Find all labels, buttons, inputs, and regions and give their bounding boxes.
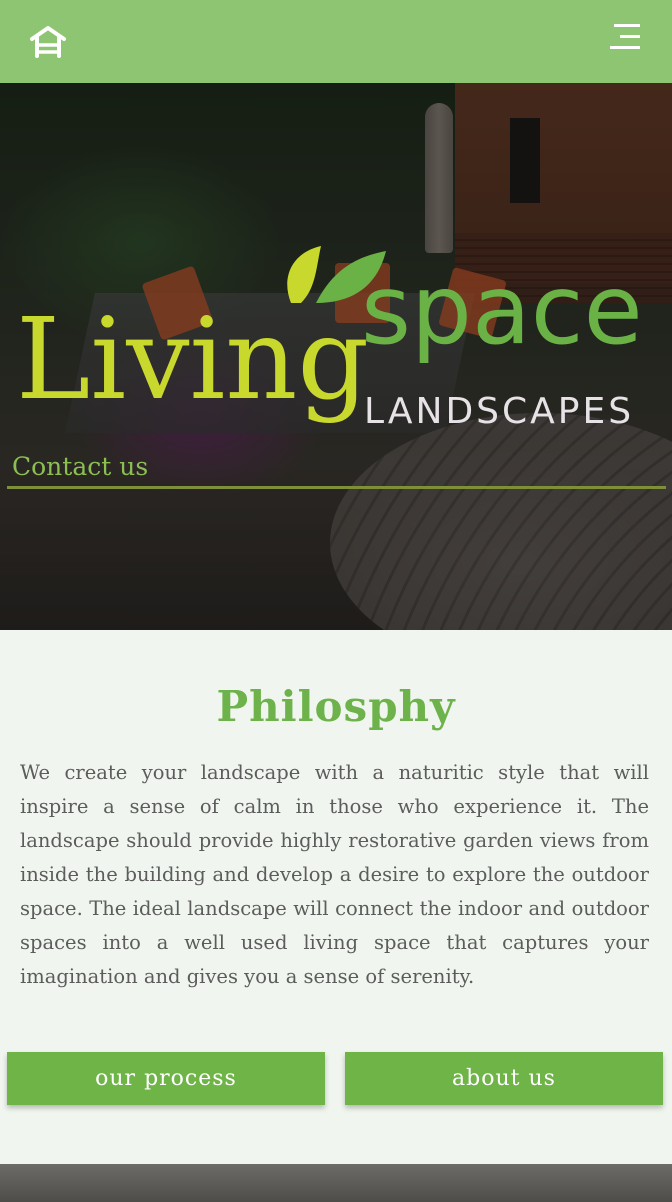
- philosophy-title: Philosphy: [216, 682, 456, 731]
- top-nav-bar: [0, 0, 672, 83]
- home-icon[interactable]: [28, 22, 68, 62]
- logo-word-living: Living: [16, 295, 369, 425]
- contact-underline: [7, 486, 666, 489]
- logo-word-space: space: [361, 254, 643, 366]
- next-section-image: [0, 1164, 672, 1202]
- philosophy-paragraph: We create your landscape with a naturiti…: [20, 761, 649, 988]
- hero-banner: Living space LANDSCAPES Contact us: [0, 83, 672, 630]
- hamburger-menu-icon[interactable]: [606, 22, 646, 52]
- living-space-logo: Living space LANDSCAPES: [16, 246, 643, 432]
- logo-word-landscapes: LANDSCAPES: [364, 391, 634, 432]
- our-process-button[interactable]: our process: [7, 1052, 325, 1105]
- about-us-button[interactable]: about us: [345, 1052, 663, 1105]
- contact-us-link[interactable]: Contact us: [12, 452, 148, 481]
